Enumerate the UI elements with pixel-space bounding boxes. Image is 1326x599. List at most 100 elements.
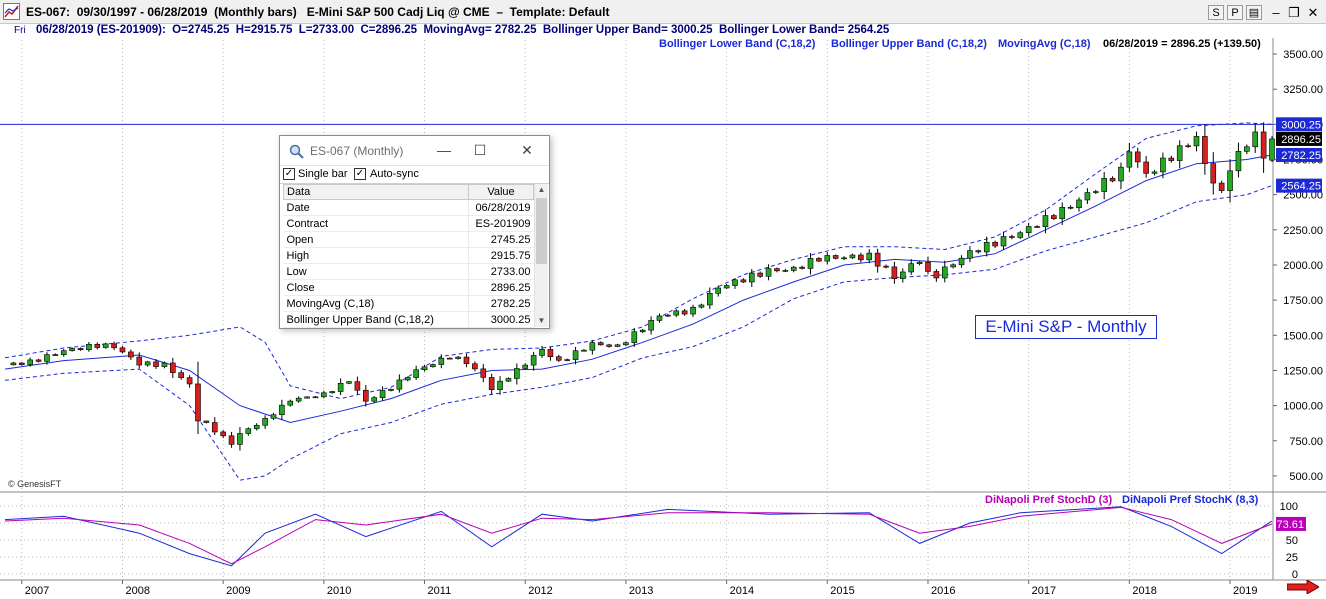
- single-bar-checkbox[interactable]: ✓: [283, 168, 295, 180]
- price-tick-label: 3250.00: [1283, 84, 1323, 96]
- candle-body: [1084, 192, 1091, 201]
- candle-body: [824, 255, 831, 262]
- candle-body: [1076, 199, 1082, 209]
- data-window-dialog[interactable]: ES-067 (Monthly) — ☐ ✕ ✓ Single bar ✓ Au…: [279, 135, 550, 329]
- year-label: 2018: [1132, 585, 1156, 597]
- candle-body: [782, 270, 789, 272]
- candle-body: [816, 258, 822, 262]
- table-row[interactable]: Date 06/28/2019: [283, 199, 534, 216]
- candle-body: [1059, 206, 1066, 219]
- candle-body: [740, 279, 747, 283]
- candle-body: [908, 263, 914, 273]
- scroll-up-icon[interactable]: ▲: [535, 184, 548, 196]
- year-label: 2007: [25, 585, 49, 597]
- magnifier-icon: [289, 144, 304, 159]
- candle-body: [270, 414, 277, 419]
- candle-body: [514, 368, 520, 379]
- table-row[interactable]: Low 2733.00: [283, 263, 534, 280]
- dialog-scrollbar[interactable]: ▲ ▼: [534, 184, 548, 327]
- stoch-tick-label: 100: [1280, 501, 1298, 513]
- candle-body: [530, 355, 537, 366]
- auto-sync-checkbox[interactable]: ✓: [354, 168, 366, 180]
- table-row[interactable]: Close 2896.25: [283, 279, 534, 296]
- candle-body: [1202, 136, 1208, 164]
- candle-body: [1260, 131, 1267, 159]
- row-value: 2733.00: [468, 263, 534, 280]
- dialog-maximize-button[interactable]: ☐: [466, 140, 494, 160]
- column-header-data[interactable]: Data: [283, 184, 469, 200]
- row-value: 2896.25: [468, 279, 534, 296]
- candle-body: [1042, 215, 1049, 228]
- auto-sync-label[interactable]: Auto-sync: [370, 168, 419, 180]
- row-label: Bollinger Upper Band (C,18,2): [283, 311, 469, 328]
- price-tick-label: 1750.00: [1283, 295, 1323, 307]
- candle-body: [589, 342, 596, 351]
- candle-body: [1092, 191, 1099, 193]
- candle-body: [111, 343, 117, 349]
- candle-body: [1025, 226, 1032, 234]
- candle-body: [413, 369, 419, 378]
- table-row[interactable]: MovingAvg (C,18) 2782.25: [283, 295, 534, 312]
- candle-body: [220, 431, 226, 437]
- scroll-thumb[interactable]: [536, 198, 547, 264]
- single-bar-label[interactable]: Single bar: [298, 168, 348, 180]
- candle-body: [1210, 163, 1217, 184]
- candle-body: [94, 343, 101, 348]
- scroll-down-icon[interactable]: ▼: [535, 315, 548, 327]
- candle-body: [396, 379, 403, 390]
- year-label: 2013: [629, 585, 653, 597]
- candle-body: [497, 380, 503, 390]
- candle-body: [941, 266, 948, 279]
- year-label: 2011: [428, 585, 452, 597]
- dialog-titlebar[interactable]: ES-067 (Monthly) — ☐ ✕: [280, 136, 549, 165]
- table-row[interactable]: Bollinger Upper Band (C,18,2) 3000.25: [283, 311, 534, 328]
- candle-body: [933, 271, 940, 279]
- candle-body: [237, 433, 243, 445]
- candle-body: [648, 320, 654, 331]
- candle-body: [170, 362, 176, 373]
- candle-body: [161, 362, 168, 367]
- candle-body: [673, 310, 680, 316]
- candle-body: [228, 435, 235, 445]
- dialog-close-button[interactable]: ✕: [513, 140, 541, 160]
- row-label: Close: [283, 279, 469, 296]
- row-label: Date: [283, 199, 469, 216]
- row-label: Low: [283, 263, 469, 280]
- candle-body: [44, 354, 50, 362]
- row-value: 06/28/2019: [468, 199, 534, 216]
- candle-body: [992, 241, 998, 247]
- price-tick-label: 2250.00: [1283, 225, 1323, 237]
- candle-body: [1034, 226, 1040, 228]
- legend-stoch-d[interactable]: DiNapoli Pref StochD (3): [985, 494, 1112, 506]
- candle-body: [329, 391, 336, 394]
- price-chart[interactable]: 2007 2008 2009 2010 2011 2012 2013 2014 2015 2016…: [0, 0, 1326, 599]
- candle-body: [723, 285, 730, 289]
- legend-stoch-k[interactable]: DiNapoli Pref StochK (8,3): [1122, 494, 1258, 506]
- candle-body: [958, 257, 965, 266]
- dialog-minimize-button[interactable]: —: [430, 140, 458, 160]
- scroll-right-arrow-icon[interactable]: [1287, 580, 1319, 594]
- candle-body: [186, 377, 193, 385]
- candle-body: [539, 349, 545, 356]
- candle-body: [581, 349, 587, 352]
- candle-body: [715, 287, 722, 294]
- price-tick-label: 1500.00: [1283, 330, 1323, 342]
- price-marker-label: 3000.25: [1281, 119, 1321, 131]
- candle-body: [430, 364, 436, 368]
- price-tick-label: 1250.00: [1283, 365, 1323, 377]
- chart-title-label[interactable]: E-Mini S&P - Monthly: [975, 315, 1157, 339]
- candle-body: [1176, 145, 1183, 161]
- table-row[interactable]: Open 2745.25: [283, 231, 534, 248]
- candle-body: [404, 377, 411, 381]
- candle-body: [77, 348, 84, 351]
- candle-body: [1051, 215, 1057, 219]
- copyright-text: © GenesisFT: [8, 479, 62, 489]
- candle-body: [371, 397, 377, 402]
- candle-body: [975, 250, 982, 253]
- price-tick-label: 500.00: [1289, 471, 1323, 483]
- table-row[interactable]: Contract ES-201909: [283, 215, 534, 232]
- candle-body: [732, 279, 738, 286]
- table-row[interactable]: High 2915.75: [283, 247, 534, 264]
- row-value: 2782.25: [468, 295, 534, 312]
- column-header-value[interactable]: Value: [468, 184, 534, 200]
